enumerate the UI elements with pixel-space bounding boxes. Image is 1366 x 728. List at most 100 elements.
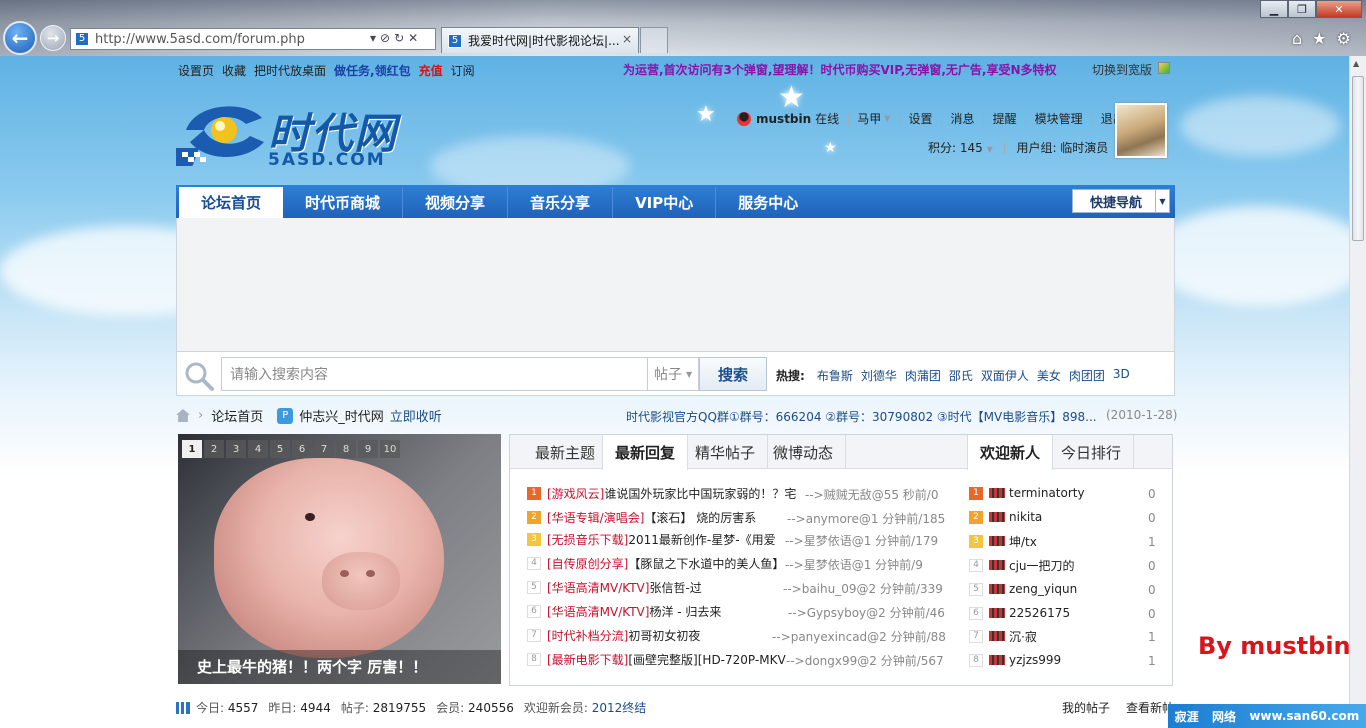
thread-row[interactable]: 7 [时代补档分流] 初哥初女初夜 xyxy=(527,625,700,645)
thread-meta[interactable]: -->baihu_09@2 分钟前/339 xyxy=(783,580,943,597)
newbie-row[interactable]: 3 坤/tx xyxy=(969,531,1037,551)
nav-vip-center[interactable]: VIP中心 xyxy=(613,187,717,218)
thread-meta[interactable]: -->星梦依语@1 分钟前/179 xyxy=(785,532,938,549)
set-homepage-link[interactable]: 设置页 xyxy=(178,62,214,79)
desktop-shortcut-link[interactable]: 把时代放桌面 xyxy=(254,62,326,79)
tab-today-ranking[interactable]: 今日排行 xyxy=(1049,435,1135,469)
new-tab-button[interactable] xyxy=(640,27,668,53)
slide-page-button[interactable]: 5 xyxy=(270,440,290,458)
hot-word[interactable]: 刘德华 xyxy=(861,367,897,384)
nav-service-center[interactable]: 服务中心 xyxy=(716,187,820,218)
thread-category[interactable]: [华语高清MV/KTV] xyxy=(547,579,649,596)
user-group-link[interactable]: 用户组: 临时演员 xyxy=(1016,141,1108,155)
subscribe-link[interactable]: 订阅 xyxy=(451,62,475,79)
thread-title[interactable]: 2011最新创作-星梦-《用爱 xyxy=(628,531,775,548)
messages-link[interactable]: 消息 xyxy=(951,110,975,127)
view-new-posts-link[interactable]: 查看新帖 xyxy=(1126,699,1174,716)
username-link[interactable]: mustbin xyxy=(756,112,811,126)
newbie-row[interactable]: 1 terminatorty xyxy=(969,483,1085,503)
thread-title[interactable]: 初哥初女初夜 xyxy=(628,627,700,644)
slide-caption[interactable]: 史上最牛的猪！！两个字 厉害！！ xyxy=(178,650,501,684)
slide-page-button[interactable]: 7 xyxy=(314,440,334,458)
wide-layout-icon[interactable] xyxy=(1158,62,1170,74)
newbie-row[interactable]: 8 yzjzs999 xyxy=(969,650,1061,670)
thread-row[interactable]: 5 [华语高清MV/KTV] 张信哲-过 xyxy=(527,577,702,597)
minimize-button[interactable]: ▁ xyxy=(1260,0,1288,18)
newbie-name[interactable]: terminatorty xyxy=(1009,486,1085,500)
hot-word[interactable]: 布鲁斯 xyxy=(817,367,853,384)
breadcrumb-forum-home[interactable]: 论坛首页 xyxy=(211,406,263,425)
favorites-star-icon[interactable]: ★ xyxy=(1312,29,1326,48)
thread-row[interactable]: 8 [最新电影下载] [画壁完整版][HD-720P-MKV xyxy=(527,649,786,669)
settings-link[interactable]: 设置 xyxy=(908,110,932,127)
online-status[interactable]: 在线 xyxy=(815,110,839,127)
home-icon[interactable] xyxy=(176,409,190,422)
tab-weibo[interactable]: 微博动态 xyxy=(761,435,847,469)
quick-nav-button[interactable]: 快捷导航 ▼ xyxy=(1072,189,1170,213)
newbie-name[interactable]: 坤/tx xyxy=(1009,533,1037,550)
thread-meta[interactable]: -->dongx99@2 分钟前/567 xyxy=(786,652,944,669)
newest-member-link[interactable]: 2012终结 xyxy=(592,699,647,716)
slide-page-button[interactable]: 10 xyxy=(380,440,400,458)
nav-video-share[interactable]: 视频分享 xyxy=(403,187,509,218)
thread-title[interactable]: 张信哲-过 xyxy=(649,579,701,596)
newbie-name[interactable]: nikita xyxy=(1009,510,1042,524)
thread-title[interactable]: 【豚鼠之下水道中的美人鱼】 xyxy=(628,555,784,572)
thread-title[interactable]: 【滚石】 烧的厉害系 xyxy=(644,509,756,526)
recharge-link[interactable]: 充值 xyxy=(419,62,443,79)
points-link[interactable]: 积分: 145 xyxy=(928,141,983,155)
thread-meta[interactable]: -->贼贼无敌@55 秒前/0 xyxy=(805,486,938,503)
reminders-link[interactable]: 提醒 xyxy=(993,110,1017,127)
thread-category[interactable]: [时代补档分流] xyxy=(547,627,628,644)
newbie-name[interactable]: cju一把刀的 xyxy=(1009,557,1075,574)
maximize-button[interactable]: ❐ xyxy=(1288,0,1316,18)
thread-meta[interactable]: -->Gypsyboy@2 分钟前/46 xyxy=(788,604,945,621)
hot-word[interactable]: 肉蒲团 xyxy=(905,367,941,384)
thread-meta[interactable]: -->星梦依语@1 分钟前/9 xyxy=(785,556,923,573)
browser-tab[interactable]: 5 我爱时代网|时代影视论坛|... × xyxy=(441,27,639,53)
search-button[interactable]: 搜索 xyxy=(699,357,767,391)
hot-word[interactable]: 双面伊人 xyxy=(981,367,1029,384)
hot-word[interactable]: 邵氏 xyxy=(949,367,973,384)
horse-vest-link[interactable]: 马甲 xyxy=(857,110,881,127)
slide-page-button[interactable]: 1 xyxy=(182,440,202,458)
slide-page-button[interactable]: 3 xyxy=(226,440,246,458)
radio-name[interactable]: 仲志兴_时代网 xyxy=(299,406,384,425)
hot-word[interactable]: 3D xyxy=(1113,367,1130,384)
slide-page-button[interactable]: 6 xyxy=(292,440,312,458)
qq-group-notice[interactable]: 时代影视官方QQ群①群号：666204 ②群号：30790802 ③时代【MV电… xyxy=(626,408,1097,425)
search-input[interactable]: 请输入搜索内容 xyxy=(221,357,648,391)
newbie-row[interactable]: 7 沉·寂 xyxy=(969,626,1037,646)
thread-meta[interactable]: -->anymore@1 分钟前/185 xyxy=(787,510,945,527)
nav-music-share[interactable]: 音乐分享 xyxy=(508,187,614,218)
thread-title[interactable]: 杨洋 - 归去来 xyxy=(649,603,721,620)
address-bar-controls[interactable]: ▾⊘↻✕ xyxy=(370,31,422,45)
newbie-name[interactable]: yzjzs999 xyxy=(1009,653,1061,667)
thread-row[interactable]: 2 [华语专辑/演唱会] 【滚石】 烧的厉害系 xyxy=(527,507,756,527)
slide-page-button[interactable]: 4 xyxy=(248,440,268,458)
nav-coin-shop[interactable]: 时代币商城 xyxy=(283,187,404,218)
thread-title[interactable]: 谁说国外玩家比中国玩家弱的！？宅 xyxy=(604,485,796,502)
newbie-row[interactable]: 2 nikita xyxy=(969,507,1042,527)
close-window-button[interactable]: ✕ xyxy=(1316,0,1362,18)
newbie-row[interactable]: 4 cju一把刀的 xyxy=(969,555,1075,575)
tab-latest-replies[interactable]: 最新回复 xyxy=(602,435,689,470)
slide-page-button[interactable]: 9 xyxy=(358,440,378,458)
thread-category[interactable]: [无损音乐下载] xyxy=(547,531,628,548)
newbie-row[interactable]: 6 22526175 xyxy=(969,603,1070,623)
scroll-up-icon[interactable]: ▲ xyxy=(1353,59,1359,68)
tab-close-icon[interactable]: × xyxy=(622,32,632,46)
thread-category[interactable]: [华语专辑/演唱会] xyxy=(547,509,644,526)
home-icon[interactable]: ⌂ xyxy=(1292,29,1302,48)
listen-now-link[interactable]: 立即收听 xyxy=(390,406,442,425)
module-manage-link[interactable]: 模块管理 xyxy=(1035,110,1083,127)
thread-category[interactable]: [游戏风云] xyxy=(547,485,604,502)
scrollbar-thumb[interactable] xyxy=(1352,76,1364,241)
nav-forum-home[interactable]: 论坛首页 xyxy=(179,187,284,218)
tab-featured-posts[interactable]: 精华帖子 xyxy=(683,435,769,469)
my-threads-link[interactable]: 我的帖子 xyxy=(1062,699,1110,716)
thread-category[interactable]: [自传原创分享] xyxy=(547,555,628,572)
tools-gear-icon[interactable]: ⚙ xyxy=(1337,29,1351,48)
hot-word[interactable]: 肉团团 xyxy=(1069,367,1105,384)
thread-row[interactable]: 4 [自传原创分享] 【豚鼠之下水道中的美人鱼】 xyxy=(527,553,784,573)
